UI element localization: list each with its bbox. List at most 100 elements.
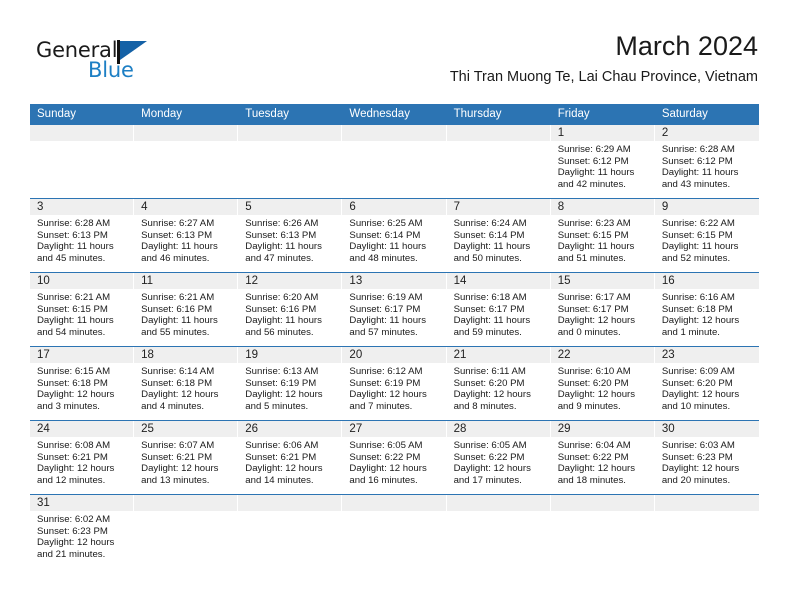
day-cell[interactable]: 7 Sunrise: 6:24 AM Sunset: 6:14 PM Daylight… bbox=[446, 199, 551, 272]
day-detail-daylight1: Daylight: 12 hours bbox=[141, 389, 219, 401]
day-cell-empty bbox=[342, 495, 447, 571]
day-detail-daylight2: and 13 minutes. bbox=[141, 474, 210, 486]
week-cells: 3 Sunrise: 6:28 AM Sunset: 6:13 PM Daylight… bbox=[30, 199, 759, 272]
day-detail-daylight1: Daylight: 11 hours bbox=[557, 241, 635, 253]
day-cell[interactable]: 17 Sunrise: 6:15 AM Sunset: 6:18 PM Dayligh… bbox=[30, 347, 135, 420]
day-detail-sunset: Sunset: 6:16 PM bbox=[141, 303, 213, 315]
day-cell[interactable]: 19 Sunrise: 6:13 AM Sunset: 6:19 PM Dayligh… bbox=[238, 347, 343, 420]
day-cell[interactable]: 28 Sunrise: 6:05 AM Sunset: 6:22 PM Dayligh… bbox=[446, 421, 551, 494]
day-detail-daylight2: and 50 minutes. bbox=[453, 252, 522, 264]
day-cell[interactable]: 12 Sunrise: 6:20 AM Sunset: 6:16 PM Dayligh… bbox=[238, 273, 343, 346]
day-number-band: 5 bbox=[238, 199, 343, 215]
day-cell[interactable]: 30 Sunrise: 6:03 AM Sunset: 6:23 PM Dayligh… bbox=[654, 421, 759, 494]
day-number-band bbox=[342, 125, 447, 141]
day-details: Sunrise: 6:09 AM Sunset: 6:20 PM Daylight:… bbox=[655, 363, 759, 412]
day-details bbox=[238, 511, 342, 514]
day-number-band: 14 bbox=[446, 273, 551, 289]
calendar-week-row: 31 Sunrise: 6:02 AM Sunset: 6:23 PM Dayligh… bbox=[30, 494, 759, 571]
day-number: 2 bbox=[661, 127, 669, 139]
day-number-band: 29 bbox=[550, 421, 655, 437]
day-details: Sunrise: 6:05 AM Sunset: 6:22 PM Daylight:… bbox=[342, 437, 446, 486]
day-number-band: 4 bbox=[134, 199, 239, 215]
day-detail-daylight1: Daylight: 11 hours bbox=[349, 315, 427, 327]
day-detail-daylight2: and 18 minutes. bbox=[557, 474, 626, 486]
day-number: 27 bbox=[349, 423, 363, 435]
day-number: 20 bbox=[349, 349, 363, 361]
day-cell[interactable]: 11 Sunrise: 6:21 AM Sunset: 6:16 PM Dayligh… bbox=[134, 273, 239, 346]
day-number: 6 bbox=[349, 201, 356, 213]
day-cell[interactable]: 24 Sunrise: 6:08 AM Sunset: 6:21 PM Dayligh… bbox=[30, 421, 135, 494]
day-details: Sunrise: 6:10 AM Sunset: 6:20 PM Daylight:… bbox=[551, 363, 655, 412]
day-cell[interactable]: 20 Sunrise: 6:12 AM Sunset: 6:19 PM Dayligh… bbox=[342, 347, 447, 420]
day-cell[interactable]: 16 Sunrise: 6:16 AM Sunset: 6:18 PM Dayligh… bbox=[654, 273, 759, 346]
page-subtitle: Thi Tran Muong Te, Lai Chau Province, Vi… bbox=[449, 69, 758, 85]
day-detail-sunrise: Sunrise: 6:06 AM bbox=[245, 440, 319, 451]
day-detail-sunset: Sunset: 6:13 PM bbox=[245, 229, 317, 241]
day-detail-sunset: Sunset: 6:22 PM bbox=[557, 451, 629, 463]
day-detail-sunset: Sunset: 6:21 PM bbox=[141, 451, 213, 463]
day-detail-daylight1: Daylight: 12 hours bbox=[557, 389, 636, 401]
general-blue-logo[interactable]: General Blue bbox=[36, 38, 206, 90]
day-detail-daylight2: and 51 minutes. bbox=[557, 252, 626, 264]
day-cell[interactable]: 29 Sunrise: 6:04 AM Sunset: 6:22 PM Dayligh… bbox=[550, 421, 655, 494]
day-number-band: 17 bbox=[30, 347, 135, 363]
day-detail-daylight1: Daylight: 11 hours bbox=[37, 315, 114, 327]
day-cell[interactable]: 31 Sunrise: 6:02 AM Sunset: 6:23 PM Dayligh… bbox=[30, 495, 135, 571]
day-details bbox=[134, 511, 238, 514]
day-cell[interactable]: 9 Sunrise: 6:22 AM Sunset: 6:15 PM Daylight… bbox=[654, 199, 759, 272]
day-cell[interactable]: 18 Sunrise: 6:14 AM Sunset: 6:18 PM Dayligh… bbox=[134, 347, 239, 420]
day-detail-sunrise: Sunrise: 6:07 AM bbox=[141, 440, 215, 451]
day-detail-sunrise: Sunrise: 6:28 AM bbox=[661, 144, 735, 155]
day-number-band: 13 bbox=[342, 273, 447, 289]
day-detail-sunrise: Sunrise: 6:22 AM bbox=[661, 218, 735, 229]
day-number-band: 3 bbox=[30, 199, 135, 215]
day-details: Sunrise: 6:18 AM Sunset: 6:17 PM Daylight:… bbox=[447, 289, 551, 338]
day-cell[interactable]: 27 Sunrise: 6:05 AM Sunset: 6:22 PM Dayligh… bbox=[342, 421, 447, 494]
day-cell[interactable]: 3 Sunrise: 6:28 AM Sunset: 6:13 PM Daylight… bbox=[30, 199, 135, 272]
day-cell[interactable]: 25 Sunrise: 6:07 AM Sunset: 6:21 PM Dayligh… bbox=[134, 421, 239, 494]
day-number-band bbox=[134, 125, 239, 141]
day-cell[interactable]: 2 Sunrise: 6:28 AM Sunset: 6:12 PM Daylight… bbox=[654, 125, 759, 198]
day-detail-daylight1: Daylight: 12 hours bbox=[37, 537, 115, 549]
day-number-band bbox=[238, 495, 343, 511]
day-cell[interactable]: 14 Sunrise: 6:18 AM Sunset: 6:17 PM Dayligh… bbox=[446, 273, 551, 346]
day-details: Sunrise: 6:23 AM Sunset: 6:15 PM Daylight:… bbox=[551, 215, 655, 264]
day-details: Sunrise: 6:03 AM Sunset: 6:23 PM Daylight:… bbox=[655, 437, 759, 486]
day-detail-sunset: Sunset: 6:15 PM bbox=[661, 229, 733, 241]
day-details: Sunrise: 6:21 AM Sunset: 6:16 PM Daylight:… bbox=[134, 289, 238, 338]
day-detail-sunset: Sunset: 6:13 PM bbox=[37, 229, 108, 241]
day-details: Sunrise: 6:05 AM Sunset: 6:22 PM Daylight:… bbox=[447, 437, 551, 486]
day-cell[interactable]: 23 Sunrise: 6:09 AM Sunset: 6:20 PM Dayligh… bbox=[654, 347, 759, 420]
day-number-band: 16 bbox=[654, 273, 759, 289]
day-detail-sunrise: Sunrise: 6:23 AM bbox=[557, 218, 631, 229]
day-cell[interactable]: 21 Sunrise: 6:11 AM Sunset: 6:20 PM Dayligh… bbox=[446, 347, 551, 420]
day-cell[interactable]: 5 Sunrise: 6:26 AM Sunset: 6:13 PM Daylight… bbox=[238, 199, 343, 272]
day-number: 3 bbox=[37, 201, 44, 213]
day-cell[interactable]: 26 Sunrise: 6:06 AM Sunset: 6:21 PM Dayligh… bbox=[238, 421, 343, 494]
day-cell[interactable]: 4 Sunrise: 6:27 AM Sunset: 6:13 PM Daylight… bbox=[134, 199, 239, 272]
day-number-band: 25 bbox=[134, 421, 239, 437]
day-number-band bbox=[342, 495, 447, 511]
day-cell[interactable]: 1 Sunrise: 6:29 AM Sunset: 6:12 PM Daylight… bbox=[550, 125, 655, 198]
day-cell-empty bbox=[446, 495, 551, 571]
day-cell[interactable]: 6 Sunrise: 6:25 AM Sunset: 6:14 PM Daylight… bbox=[342, 199, 447, 272]
day-number-band: 21 bbox=[446, 347, 551, 363]
day-details bbox=[447, 511, 551, 514]
day-detail-daylight2: and 12 minutes. bbox=[37, 474, 106, 486]
day-detail-sunset: Sunset: 6:14 PM bbox=[349, 229, 421, 241]
day-cell[interactable]: 22 Sunrise: 6:10 AM Sunset: 6:20 PM Dayligh… bbox=[550, 347, 655, 420]
day-cell[interactable]: 15 Sunrise: 6:17 AM Sunset: 6:17 PM Dayligh… bbox=[550, 273, 655, 346]
page-title: March 2024 bbox=[615, 31, 758, 61]
day-cell[interactable]: 13 Sunrise: 6:19 AM Sunset: 6:17 PM Dayligh… bbox=[342, 273, 447, 346]
day-number-band bbox=[446, 125, 551, 141]
day-detail-sunrise: Sunrise: 6:17 AM bbox=[557, 292, 631, 303]
day-detail-sunset: Sunset: 6:17 PM bbox=[557, 303, 629, 315]
day-detail-sunrise: Sunrise: 6:09 AM bbox=[661, 366, 735, 377]
day-cell-empty bbox=[446, 125, 551, 198]
day-cell[interactable]: 8 Sunrise: 6:23 AM Sunset: 6:15 PM Daylight… bbox=[550, 199, 655, 272]
day-details: Sunrise: 6:12 AM Sunset: 6:19 PM Daylight:… bbox=[342, 363, 446, 412]
day-detail-daylight1: Daylight: 11 hours bbox=[453, 315, 531, 327]
day-detail-sunset: Sunset: 6:17 PM bbox=[349, 303, 421, 315]
day-cell[interactable]: 10 Sunrise: 6:21 AM Sunset: 6:15 PM Dayligh… bbox=[30, 273, 135, 346]
day-detail-sunset: Sunset: 6:14 PM bbox=[453, 229, 525, 241]
